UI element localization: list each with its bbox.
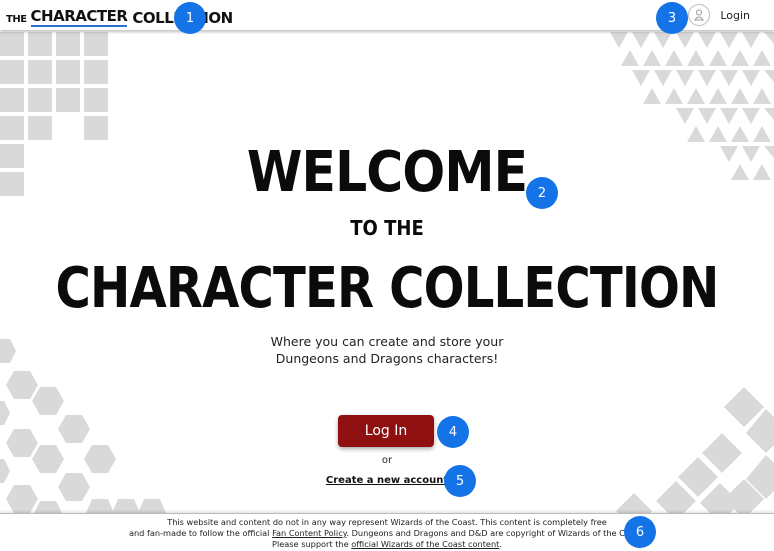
welcome-heading: WELCOME	[246, 140, 528, 205]
diamonds-decoration	[616, 387, 774, 513]
create-account-wrap: Create a new account	[0, 475, 774, 486]
footer-line-3: Please support the official Wizards of t…	[0, 539, 774, 550]
to-the-heading: TO THE	[350, 216, 424, 240]
tagline: Where you can create and store your Dung…	[0, 333, 774, 367]
marker-5: 5	[444, 465, 476, 497]
tagline-line-1: Where you can create and store your	[270, 334, 504, 349]
footer-text: Please support the	[272, 539, 352, 549]
fan-content-policy-link[interactable]: Fan Content Policy	[272, 528, 346, 538]
marker-3: 3	[656, 2, 688, 34]
wotc-content-link[interactable]: official Wizards of the Coast content	[351, 539, 499, 549]
create-account-link[interactable]: Create a new account	[326, 475, 448, 486]
tagline-line-2: Dungeons and Dragons characters!	[275, 351, 499, 366]
footer-text: .	[499, 539, 502, 549]
footer-disclaimer: This website and content do not in any w…	[0, 513, 774, 551]
header-login-link[interactable]: Login	[688, 4, 750, 26]
marker-2: 2	[526, 177, 558, 209]
brand-character: CHARACTER	[30, 7, 128, 27]
brand-the: THE	[6, 14, 27, 25]
footer-line-2: and fan-made to follow the official Fan …	[0, 528, 774, 539]
footer-text: . Dungeons and Dragons and D&D are copyr…	[346, 528, 646, 538]
footer-text: and fan-made to follow the official	[128, 528, 273, 538]
header-login-label: Login	[720, 8, 750, 22]
collection-title: CHARACTER COLLECTION	[55, 256, 720, 321]
log-in-button[interactable]: Log In	[338, 415, 434, 447]
footer-line-1: This website and content do not in any w…	[167, 517, 607, 527]
marker-4: 4	[437, 416, 469, 448]
user-avatar-icon	[688, 4, 711, 26]
marker-1: 1	[174, 2, 206, 34]
or-separator: or	[381, 455, 393, 466]
marker-6: 6	[624, 516, 656, 548]
